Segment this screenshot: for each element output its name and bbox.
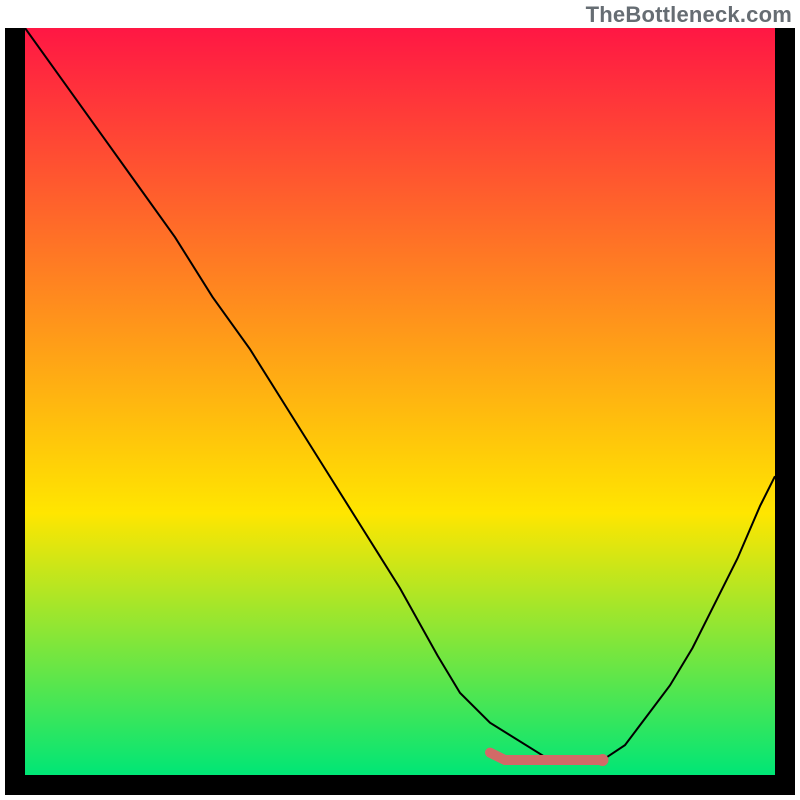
axis-right <box>775 28 795 795</box>
plot-outer <box>5 28 795 795</box>
plot-area <box>25 28 775 775</box>
chart-frame: TheBottleneck.com <box>0 0 800 800</box>
axis-left <box>5 28 25 795</box>
optimal-endpoint <box>597 754 609 766</box>
chart-svg <box>25 28 775 775</box>
watermark-text: TheBottleneck.com <box>586 2 792 28</box>
axis-bottom <box>5 775 795 795</box>
gradient-background <box>25 28 775 775</box>
